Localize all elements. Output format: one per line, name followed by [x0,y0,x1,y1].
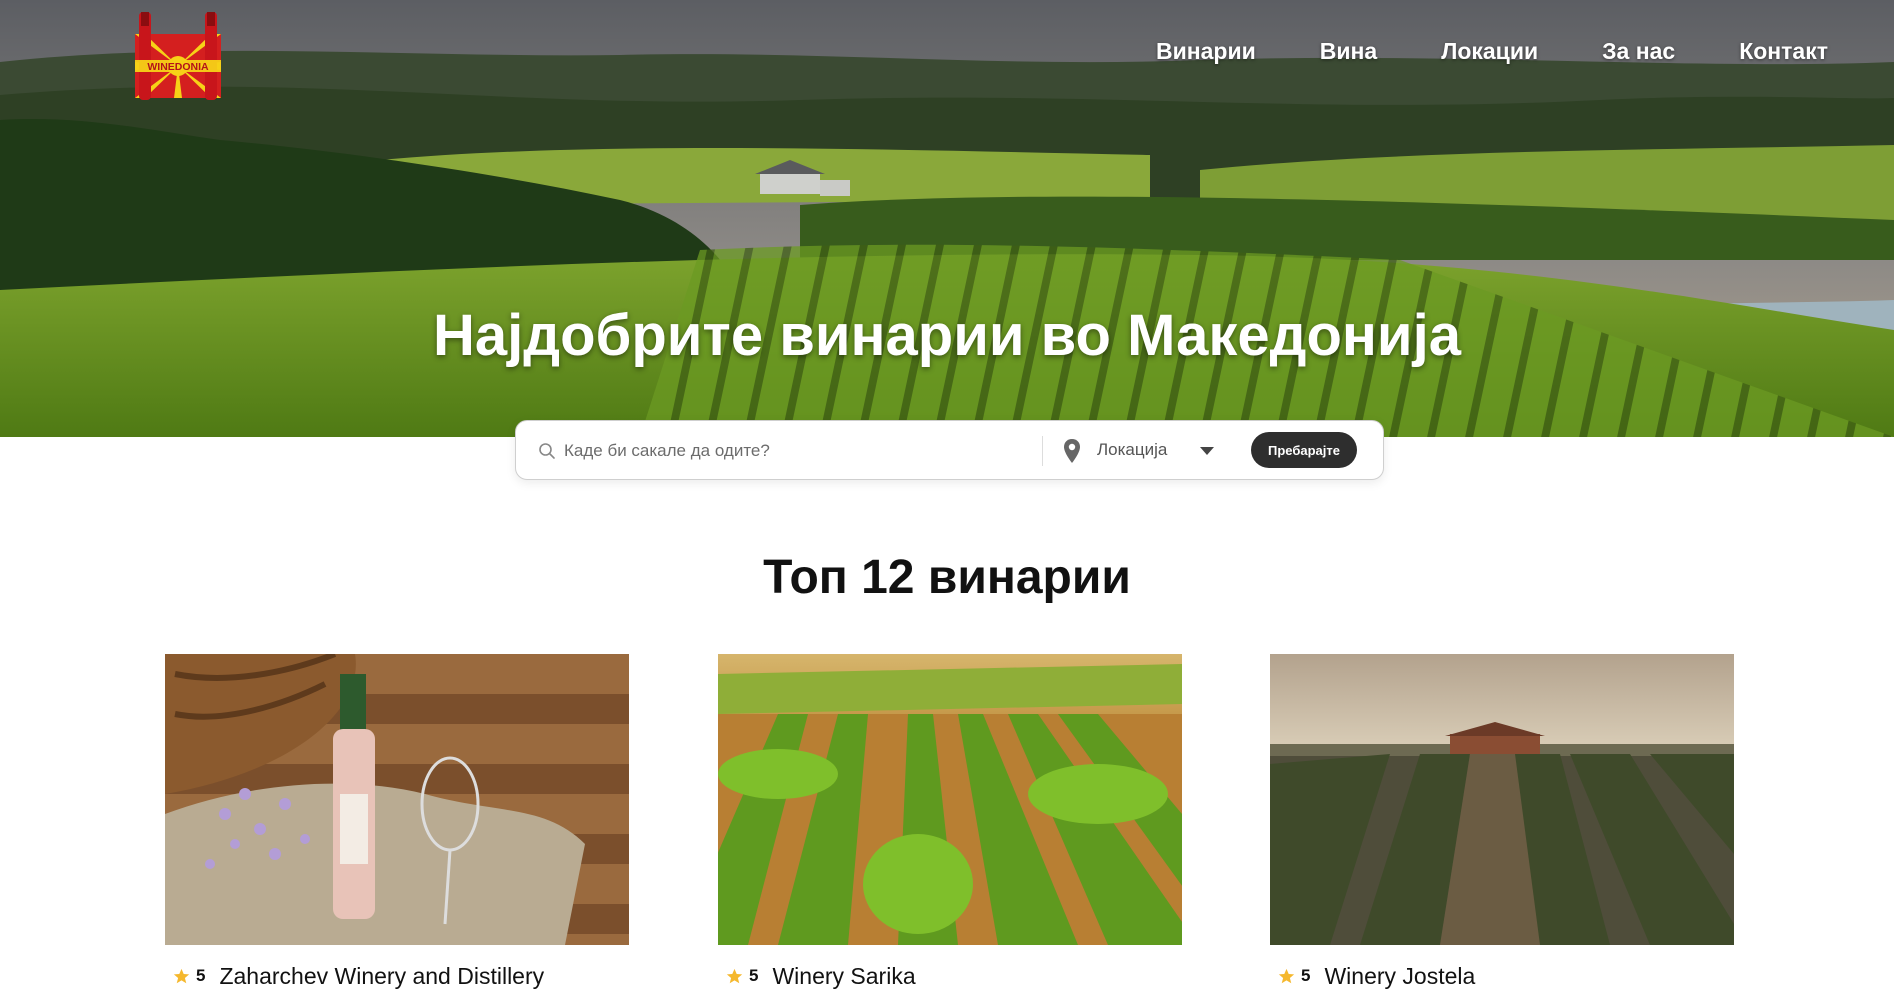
search-input[interactable] [564,435,1044,467]
star-icon [1278,968,1295,983]
winery-meta: 5 Winery Sarika [718,961,1182,991]
winery-meta: 5 Zaharchev Winery and Distillery [165,961,629,991]
winedonia-logo[interactable]: WINEDONIA [131,12,225,102]
nav-locations[interactable]: Локации [1441,38,1538,65]
winery-card[interactable]: 5 Winery Jostela [1270,654,1734,991]
winery-image[interactable] [1270,654,1734,945]
hero-title: Најдобрите винарии во Македонија [433,303,1461,368]
main-nav: Винарии Вина Локации За нас Контакт [1092,38,1828,65]
search-icon [539,443,555,459]
search-bar: Локација Пребарајте [515,420,1384,480]
nav-contact[interactable]: Контакт [1739,38,1828,65]
winery-name[interactable]: Winery Sarika [772,963,915,990]
section-title: Топ 12 винарии [763,551,1131,604]
winery-rating: 5 [1301,966,1311,985]
nav-wines[interactable]: Вина [1320,38,1377,65]
winery-image[interactable] [165,654,629,945]
hero-vineyard-image [0,0,1894,437]
svg-text:WINEDONIA: WINEDONIA [147,61,209,73]
nav-about[interactable]: За нас [1602,38,1675,65]
winery-card[interactable]: 5 Winery Sarika [718,654,1182,991]
search-button[interactable]: Пребарајте [1251,432,1357,468]
search-divider [1042,436,1043,466]
winery-name[interactable]: Zaharchev Winery and Distillery [219,963,544,990]
winery-rating: 5 [749,966,759,985]
location-pin-icon [1064,439,1080,463]
winery-name[interactable]: Winery Jostela [1324,963,1475,990]
star-icon [173,968,190,983]
winery-card[interactable]: 5 Zaharchev Winery and Distillery [165,654,629,991]
location-select[interactable]: Локација [1097,440,1167,460]
chevron-down-icon[interactable] [1200,447,1214,455]
hero-banner: WINEDONIA Винарии Вина Локации За нас Ко… [0,0,1894,437]
winery-rating: 5 [196,966,206,985]
nav-wineries[interactable]: Винарии [1156,38,1256,65]
star-icon [726,968,743,983]
winery-image[interactable] [718,654,1182,945]
winery-meta: 5 Winery Jostela [1270,961,1734,991]
